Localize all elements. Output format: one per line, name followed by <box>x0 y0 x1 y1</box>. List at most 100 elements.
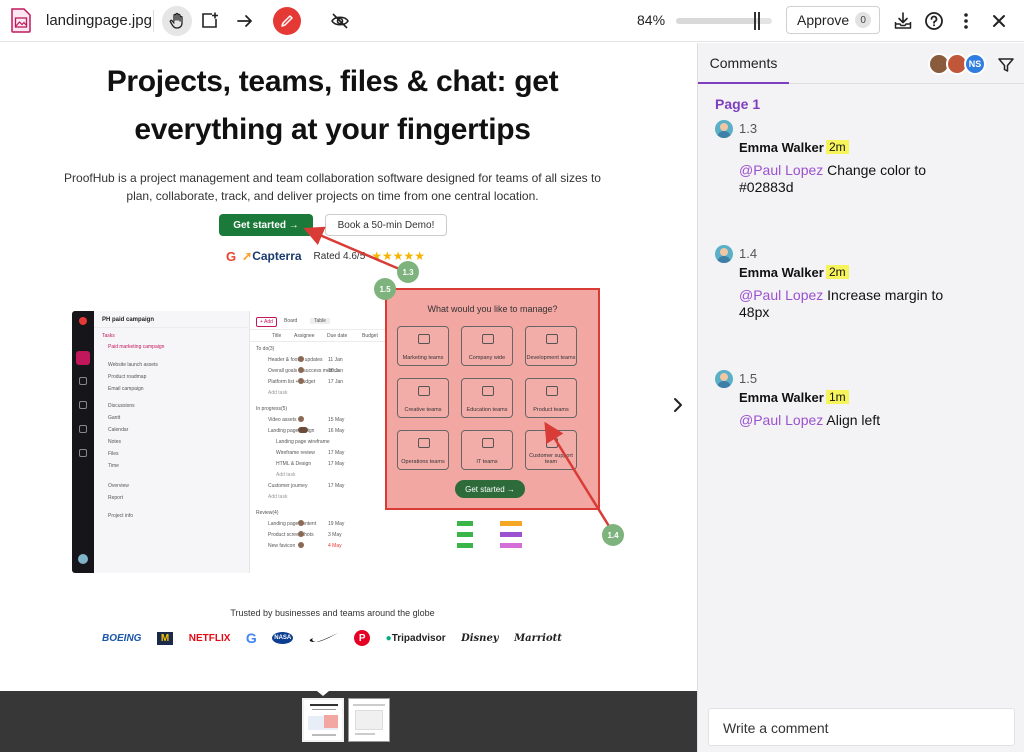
pinterest-logo: P <box>354 630 371 646</box>
app-group-0: To do(3) <box>256 346 275 352</box>
rating-row: G ➚Capterra Rated 4.6/5 ★★★★★ <box>226 247 425 265</box>
app-board-tab: Board <box>284 318 298 324</box>
next-page-button[interactable] <box>668 395 688 415</box>
rated-text: Rated 4.6/5 <box>313 250 366 262</box>
app-date-4: 16 May <box>328 428 345 434</box>
app-side-item-2: Website launch assets <box>108 362 158 368</box>
download-button[interactable] <box>890 8 916 34</box>
help-button[interactable] <box>921 8 947 34</box>
approve-button[interactable]: Approve 0 <box>786 6 880 34</box>
mention[interactable]: @Paul Lopez <box>739 412 823 428</box>
marriott-logo: Marriott <box>514 632 562 644</box>
rating-stars: ★★★★★ <box>371 249 426 263</box>
avatar <box>715 245 733 263</box>
page-thumbnail-2[interactable] <box>348 698 390 742</box>
annotation-pin-1-3[interactable]: 1.3 <box>397 261 419 283</box>
boeing-logo: BOEING <box>102 632 142 644</box>
hide-annotations-icon <box>331 13 349 29</box>
app-side-item-8: Notes <box>108 439 122 445</box>
annotation-pin-1-4[interactable]: 1.4 <box>602 524 624 546</box>
mention[interactable]: @Paul Lopez <box>739 162 823 178</box>
hide-annotations-button[interactable] <box>325 6 355 36</box>
app-icon-rail <box>72 311 94 573</box>
pen-tool-button[interactable] <box>273 7 301 35</box>
zoom-slider-fill <box>676 18 757 24</box>
comment-text: Align left <box>826 412 881 428</box>
capterra-label: Capterra <box>252 249 302 263</box>
avatar-ns[interactable]: NS <box>964 53 986 75</box>
mention[interactable]: @Paul Lopez <box>739 287 823 303</box>
add-comment-box-icon <box>202 12 218 28</box>
app-project-name: PH paid campaign <box>102 317 155 323</box>
page-filmstrip <box>0 691 697 752</box>
file-name: landingpage.jpg <box>46 12 152 29</box>
zoom-slider[interactable] <box>676 12 772 30</box>
page-thumbnail-1[interactable] <box>302 698 344 742</box>
app-col-due: Due date <box>327 333 348 339</box>
app-add-button: + Add <box>256 317 277 327</box>
proof-viewer: landingpage.jpg 84% Approve 0 Projects, … <box>0 0 1024 752</box>
download-tray-icon <box>894 12 912 29</box>
write-comment-input[interactable]: Write a comment <box>708 708 1015 746</box>
app-row-13: Product screenshots <box>268 532 314 538</box>
proof-canvas[interactable]: Projects, teams, files & chat: get every… <box>0 43 697 691</box>
tab-comments[interactable]: Comments <box>698 43 789 84</box>
g2-logo: G <box>226 248 237 264</box>
comment-number: 1.4 <box>739 246 758 261</box>
toolbar-divider <box>153 10 154 32</box>
tile-creative: Creative teams <box>397 378 449 418</box>
app-row-11: Add task <box>268 494 288 500</box>
app-project-sidebar: PH paid campaign Tasks Paid marketing ca… <box>94 311 250 573</box>
google-logo: G <box>245 630 257 646</box>
app-table-tab: Table <box>310 318 330 324</box>
tile-education: Education teams <box>461 378 513 418</box>
app-date-1: 10 Jan <box>328 368 344 374</box>
pen-tool-icon <box>281 15 293 27</box>
filter-icon[interactable] <box>997 56 1015 74</box>
zoom-level: 84% <box>637 12 666 28</box>
app-side-item-3: Product roadmap <box>108 374 147 380</box>
hero-subtitle-line-1: ProofHub is a project management and tea… <box>64 171 601 185</box>
tile-it: IT teams <box>461 430 513 470</box>
comments-panel: Comments NS Page 1 1.3 Emma Walker 2m @P… <box>697 43 1024 752</box>
annotation-box[interactable]: What would you like to manage? Marketing… <box>385 288 600 510</box>
app-group-2: Review(4) <box>256 510 279 516</box>
hero-title-line-1: Projects, teams, files & chat: get <box>106 65 559 98</box>
app-date-8: 19 May <box>328 521 345 527</box>
close-button[interactable] <box>986 8 1012 34</box>
chevron-right-icon <box>674 398 682 412</box>
app-side-item-11: Overview <box>108 483 129 489</box>
app-side-item-1: Paid marketing campaign <box>108 344 165 350</box>
comment-number: 1.5 <box>739 371 758 386</box>
app-date-7: 17 May <box>328 483 345 489</box>
overlay-get-started-button: Get started → <box>455 480 525 498</box>
avatar <box>715 120 733 138</box>
comment-body: @Paul Lopez Change color to #02883d <box>739 162 959 196</box>
app-side-item-0: Tasks <box>102 333 115 339</box>
help-icon <box>925 12 943 30</box>
comment-body: @Paul Lopez Align left <box>739 412 959 429</box>
approve-count-badge: 0 <box>855 12 872 28</box>
add-comment-box-button[interactable] <box>195 6 225 36</box>
avatar <box>715 370 733 388</box>
hand-tool-button[interactable] <box>162 6 192 36</box>
approve-label: Approve <box>797 12 850 28</box>
arrow-tool-button[interactable] <box>230 6 260 36</box>
tile-customer-support: Customer support team <box>525 430 577 470</box>
app-side-item-6: Gantt <box>108 415 121 421</box>
zoom-slider-thumb[interactable] <box>753 12 760 30</box>
panel-header: Comments NS <box>698 43 1024 84</box>
book-demo-button: Book a 50-min Demo! <box>325 214 447 236</box>
app-row-2: Platform list + budget <box>268 379 316 385</box>
more-options-button[interactable] <box>953 8 979 34</box>
hero-title-line-2: everything at your fingertips <box>134 113 531 146</box>
app-group-1: In progress(5) <box>256 406 288 412</box>
annotation-pin-1-5[interactable]: 1.5 <box>374 278 396 300</box>
michigan-logo: M <box>156 631 174 645</box>
manage-prompt: What would you like to manage? <box>427 304 558 314</box>
tile-development: Development teams <box>525 326 577 366</box>
nasa-logo: NASA <box>272 632 294 644</box>
nike-logo <box>309 633 338 643</box>
top-toolbar: landingpage.jpg 84% Approve 0 <box>0 0 1024 42</box>
tile-marketing: Marketing teams <box>397 326 449 366</box>
